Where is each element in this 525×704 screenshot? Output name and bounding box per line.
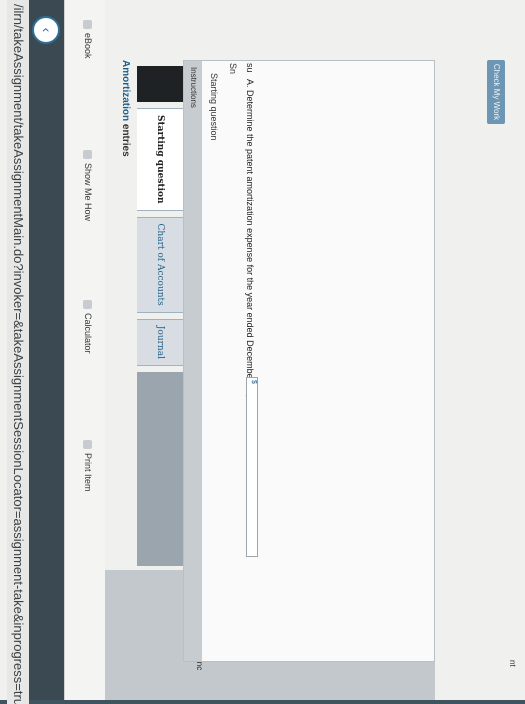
chevron-left-icon: ‹: [39, 27, 55, 33]
calculator-icon: [83, 300, 93, 309]
printer-icon: [83, 440, 93, 449]
print-item-label: Print Item: [83, 453, 93, 492]
show-me-how-label: Show Me How: [83, 163, 93, 222]
tab-chart-of-accounts[interactable]: Chart of Accounts: [137, 216, 185, 313]
su-fragment: su: [245, 63, 255, 73]
check-my-work-button[interactable]: Check My Work: [487, 60, 505, 124]
amortization-expense-input[interactable]: $: [246, 377, 258, 557]
question-panel: Instructions Starting question Sn su A. …: [183, 60, 435, 662]
ebook-label: eBook: [83, 33, 93, 59]
instructions-header: Instructions: [184, 61, 202, 661]
show-me-how-button[interactable]: Show Me How: [83, 150, 93, 221]
page-title-suffix: entries: [120, 123, 131, 157]
page-title: Amortization entries: [120, 60, 131, 157]
calculator-button[interactable]: Calculator: [83, 300, 93, 354]
tab-starting-question[interactable]: Starting question: [137, 108, 185, 211]
book-icon: [83, 20, 93, 29]
tab-bar: Starting question Chart of Accounts Jour…: [137, 66, 185, 566]
question-a-text: A. Determine the patent amortization exp…: [245, 79, 255, 422]
header-bar: [29, 0, 65, 700]
assignment-toolbar: eBook Show Me How Calculator Print Item: [64, 0, 105, 700]
sn-fragment: Sn: [228, 63, 238, 75]
side-label-nt: nt: [508, 660, 517, 667]
ebook-button[interactable]: eBook: [83, 20, 93, 59]
address-bar[interactable]: /ilrn/takeAssignment/takeAssignmentMain.…: [7, 0, 29, 704]
starting-question-label: Starting question: [209, 73, 219, 141]
tab-journal[interactable]: Journal: [137, 318, 185, 366]
back-button[interactable]: ‹: [32, 16, 60, 44]
page-title-prefix: Amortization: [120, 60, 131, 122]
tab-bar-fill: [137, 371, 185, 566]
print-item-button[interactable]: Print Item: [83, 440, 93, 492]
play-icon: [83, 150, 93, 159]
tab-spacer: [137, 66, 185, 102]
rotated-page: /ilrn/takeAssignment/takeAssignmentMain.…: [0, 0, 525, 704]
calculator-label: Calculator: [83, 313, 93, 354]
currency-symbol: $: [250, 380, 257, 384]
